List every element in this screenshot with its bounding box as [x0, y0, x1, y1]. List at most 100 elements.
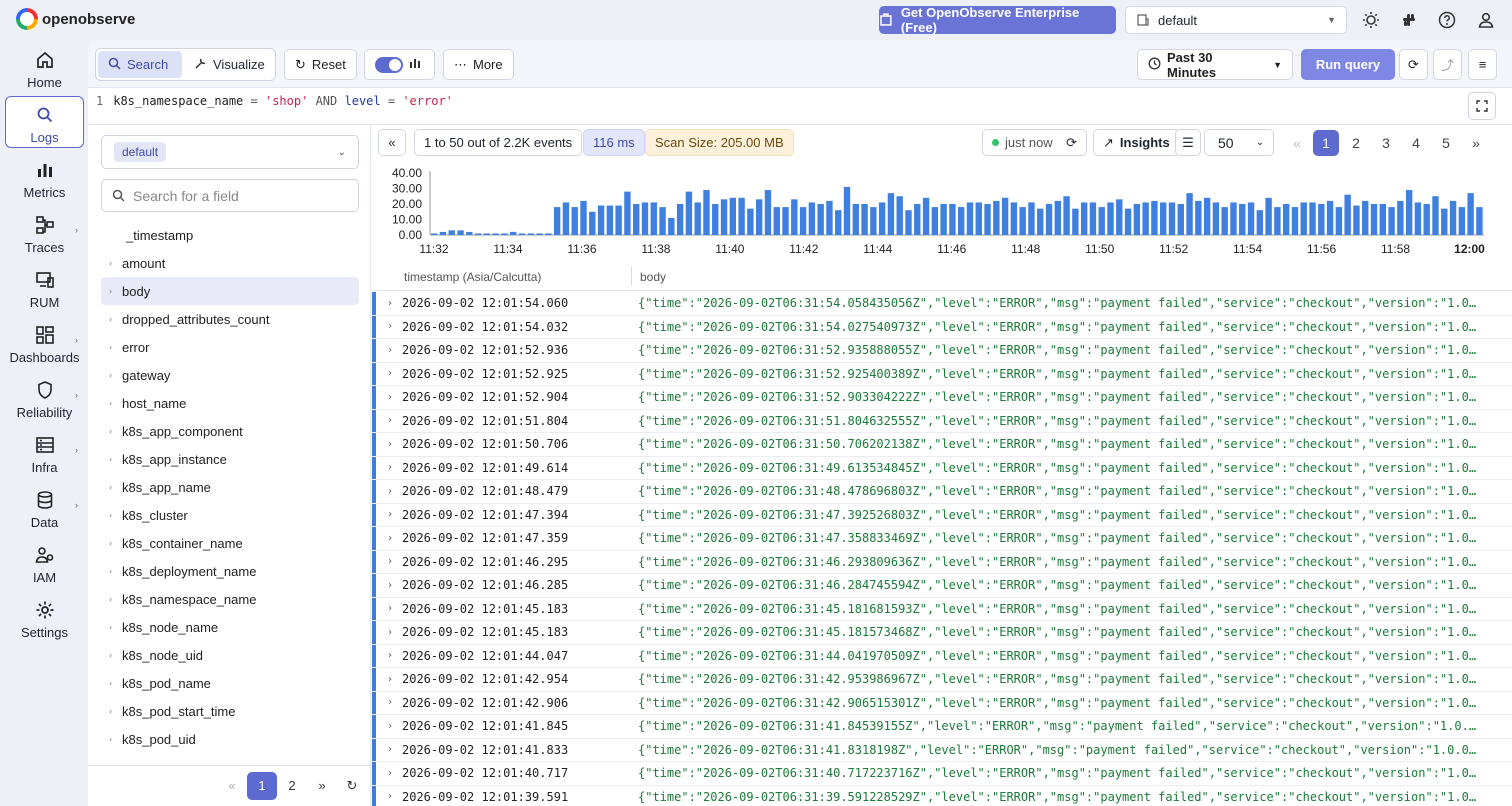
fullscreen-button[interactable]	[1468, 92, 1496, 120]
expand-row-icon[interactable]: ›	[372, 415, 402, 426]
expand-row-icon[interactable]: ›	[372, 486, 402, 497]
page-3[interactable]: 3	[1373, 130, 1399, 156]
field-item[interactable]: › body	[101, 277, 359, 305]
table-row[interactable]: › 2026-09-02 12:01:39.591 {"time":"2026-09…	[372, 785, 1512, 806]
search-mode-button[interactable]: Search	[98, 51, 182, 78]
table-row[interactable]: › 2026-09-02 12:01:52.925 {"time":"2026-09…	[372, 362, 1512, 386]
toggle-switch[interactable]	[375, 56, 403, 73]
table-row[interactable]: › 2026-09-02 12:01:54.060 {"time":"2026-09…	[372, 292, 1512, 316]
field-item[interactable]: › host_name	[101, 389, 359, 417]
nav-item-data[interactable]: Data ›	[5, 482, 84, 532]
expand-row-icon[interactable]: ›	[372, 721, 402, 732]
last-refreshed[interactable]: just now ⟳	[982, 129, 1087, 156]
prev-page-icon[interactable]: «	[217, 772, 247, 800]
field-item[interactable]: › k8s_node_uid	[101, 641, 359, 669]
get-enterprise-button[interactable]: Get OpenObserve Enterprise (Free)	[879, 5, 1116, 35]
insights-button[interactable]: ↗ Insights	[1093, 129, 1180, 156]
field-item[interactable]: › k8s_app_name	[101, 473, 359, 501]
refresh-interval-button[interactable]: ⟳	[1399, 49, 1428, 80]
organization-select[interactable]: default ▼	[1125, 6, 1347, 34]
field-item[interactable]: › dropped_attributes_count	[101, 305, 359, 333]
expand-row-icon[interactable]: ›	[372, 627, 402, 638]
nav-item-traces[interactable]: Traces ›	[5, 207, 84, 257]
field-item[interactable]: › k8s_app_instance	[101, 445, 359, 473]
expand-row-icon[interactable]: ›	[372, 744, 402, 755]
reset-fields-icon[interactable]: ↻	[337, 772, 367, 800]
table-row[interactable]: › 2026-09-02 12:01:42.954 {"time":"2026-09…	[372, 668, 1512, 692]
stream-select[interactable]: default ⌄	[101, 135, 359, 169]
expand-row-icon[interactable]: ›	[372, 768, 402, 779]
expand-row-icon[interactable]: ›	[372, 462, 402, 473]
field-item[interactable]: › amount	[101, 249, 359, 277]
expand-row-icon[interactable]: ›	[372, 580, 402, 591]
expand-row-icon[interactable]: ›	[372, 298, 402, 309]
table-row[interactable]: › 2026-09-02 12:01:45.183 {"time":"2026-09…	[372, 621, 1512, 645]
page-2[interactable]: 2	[1343, 130, 1369, 156]
table-row[interactable]: › 2026-09-02 12:01:42.906 {"time":"2026-09…	[372, 691, 1512, 715]
table-row[interactable]: › 2026-09-02 12:01:47.359 {"time":"2026-09…	[372, 527, 1512, 551]
table-row[interactable]: › 2026-09-02 12:01:50.706 {"time":"2026-09…	[372, 433, 1512, 457]
theme-toggle-icon[interactable]	[1361, 10, 1381, 30]
table-row[interactable]: › 2026-09-02 12:01:49.614 {"time":"2026-09…	[372, 456, 1512, 480]
table-row[interactable]: › 2026-09-02 12:01:52.904 {"time":"2026-09…	[372, 386, 1512, 410]
field-item[interactable]: › k8s_namespace_name	[101, 585, 359, 613]
page-1[interactable]: 1	[1313, 130, 1339, 156]
expand-row-icon[interactable]: ›	[372, 791, 402, 802]
histogram-toggle[interactable]	[364, 49, 435, 80]
table-row[interactable]: › 2026-09-02 12:01:46.285 {"time":"2026-09…	[372, 574, 1512, 598]
first-page-icon[interactable]: «	[1284, 130, 1310, 156]
table-row[interactable]: › 2026-09-02 12:01:47.394 {"time":"2026-09…	[372, 503, 1512, 527]
more-button[interactable]: ⋯ More	[443, 49, 514, 80]
field-item[interactable]: › k8s_pod_uid	[101, 725, 359, 753]
last-page-icon[interactable]: »	[1463, 130, 1489, 156]
field-page-2[interactable]: 2	[277, 772, 307, 800]
expand-row-icon[interactable]: ›	[372, 556, 402, 567]
table-row[interactable]: › 2026-09-02 12:01:41.845 {"time":"2026-09…	[372, 715, 1512, 739]
nav-item-dashboards[interactable]: Dashboards ›	[5, 317, 84, 367]
field-item[interactable]: _timestamp	[101, 221, 359, 249]
expand-row-icon[interactable]: ›	[372, 674, 402, 685]
table-row[interactable]: › 2026-09-02 12:01:45.183 {"time":"2026-09…	[372, 597, 1512, 621]
field-page-1[interactable]: 1	[247, 771, 277, 800]
query-editor[interactable]: 1 k8s_namespace_name = 'shop' AND level =…	[88, 88, 1512, 125]
app-logo[interactable]: openobserve	[16, 8, 135, 30]
table-row[interactable]: › 2026-09-02 12:01:51.804 {"time":"2026-09…	[372, 409, 1512, 433]
nav-item-home[interactable]: Home	[5, 42, 84, 92]
field-item[interactable]: › k8s_pod_start_time	[101, 697, 359, 725]
table-row[interactable]: › 2026-09-02 12:01:48.479 {"time":"2026-09…	[372, 480, 1512, 504]
help-icon[interactable]	[1437, 10, 1457, 30]
expand-row-icon[interactable]: ›	[372, 321, 402, 332]
page-4[interactable]: 4	[1403, 130, 1429, 156]
field-item[interactable]: › k8s_deployment_name	[101, 557, 359, 585]
column-header-body[interactable]: body	[640, 270, 666, 284]
expand-row-icon[interactable]: ›	[372, 697, 402, 708]
page-5[interactable]: 5	[1433, 130, 1459, 156]
expand-row-icon[interactable]: ›	[372, 439, 402, 450]
slack-icon[interactable]	[1399, 10, 1419, 30]
column-settings-button[interactable]: ☰	[1175, 129, 1201, 156]
column-header-timestamp[interactable]: timestamp (Asia/Calcutta)	[404, 270, 541, 284]
expand-row-icon[interactable]: ›	[372, 345, 402, 356]
nav-item-iam[interactable]: IAM	[5, 537, 84, 587]
nav-item-logs[interactable]: Logs	[5, 96, 84, 148]
time-range-picker[interactable]: Past 30 Minutes ▼	[1137, 49, 1293, 80]
user-profile-icon[interactable]	[1476, 10, 1496, 30]
field-item[interactable]: › k8s_pod_name	[101, 669, 359, 697]
field-item[interactable]: › error	[101, 333, 359, 361]
visualize-mode-button[interactable]: Visualize	[184, 51, 272, 78]
table-row[interactable]: › 2026-09-02 12:01:41.833 {"time":"2026-09…	[372, 738, 1512, 762]
expand-row-icon[interactable]: ›	[372, 509, 402, 520]
table-row[interactable]: › 2026-09-02 12:01:46.295 {"time":"2026-09…	[372, 550, 1512, 574]
nav-item-settings[interactable]: Settings	[5, 592, 84, 642]
table-row[interactable]: › 2026-09-02 12:01:52.936 {"time":"2026-09…	[372, 339, 1512, 363]
reset-button[interactable]: ↻ Reset	[284, 49, 357, 80]
field-item[interactable]: › k8s_app_component	[101, 417, 359, 445]
table-row[interactable]: › 2026-09-02 12:01:44.047 {"time":"2026-09…	[372, 644, 1512, 668]
expand-row-icon[interactable]: ›	[372, 368, 402, 379]
field-item[interactable]: › k8s_container_name	[101, 529, 359, 557]
nav-item-rum[interactable]: RUM	[5, 262, 84, 312]
menu-button[interactable]: ≡	[1468, 49, 1497, 80]
nav-item-infra[interactable]: Infra ›	[5, 427, 84, 477]
field-search-input[interactable]: Search for a field	[101, 179, 359, 212]
expand-row-icon[interactable]: ›	[372, 603, 402, 614]
